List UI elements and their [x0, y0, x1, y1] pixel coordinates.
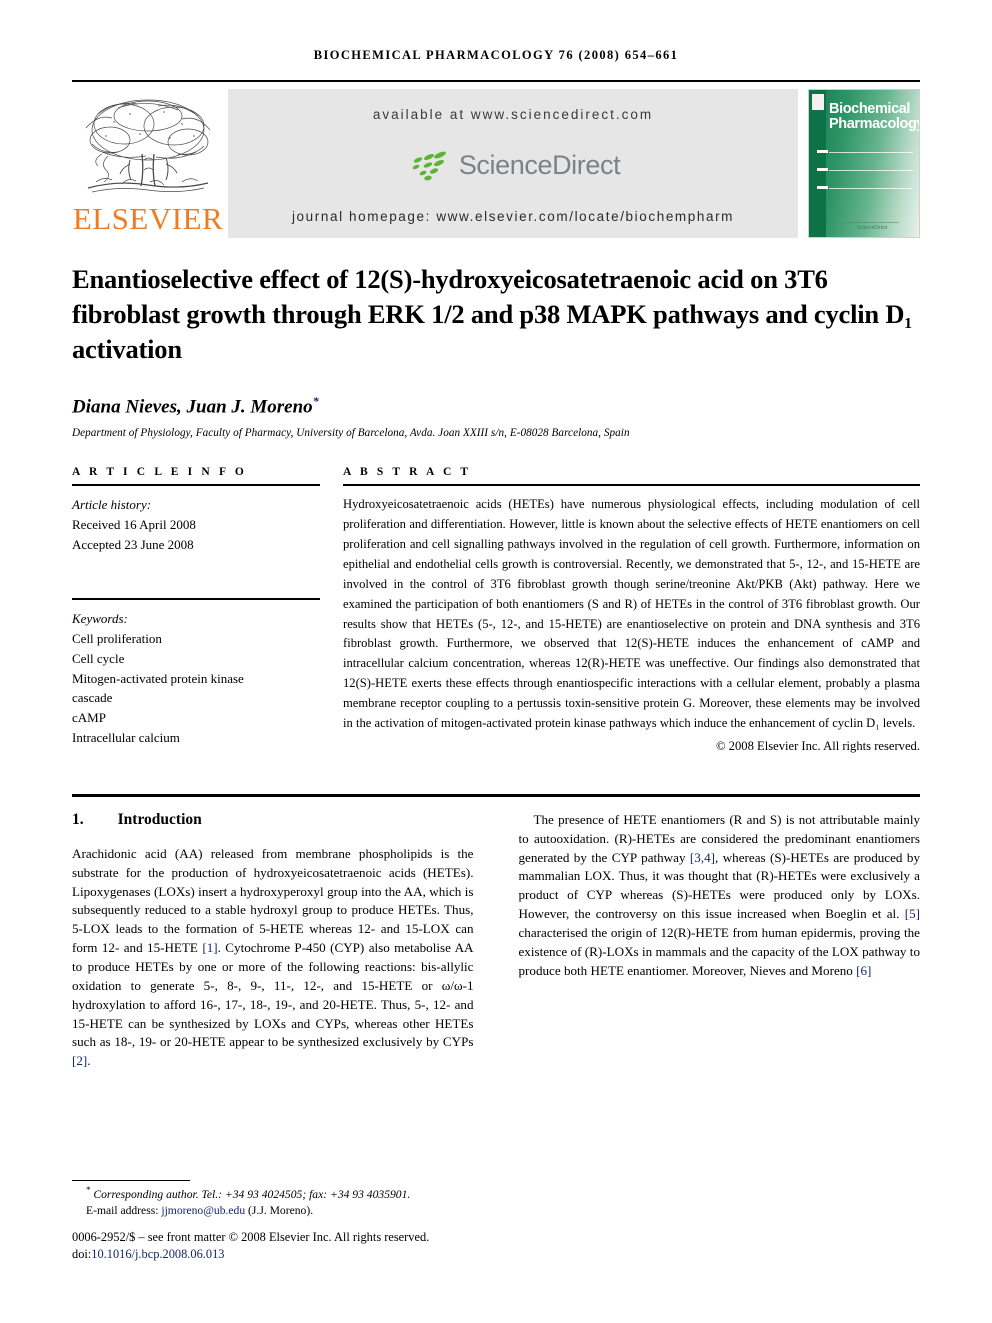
- info-abstract-row: A R T I C L E I N F O Article history: R…: [72, 466, 920, 754]
- elsevier-wordmark: ELSEVIER: [72, 201, 224, 236]
- issn-line: 0006-2952/$ – see front matter © 2008 El…: [72, 1229, 430, 1244]
- paragraph-part: Arachidonic acid (AA) released from memb…: [72, 845, 474, 956]
- masthead: ELSEVIER available at www.sciencedirect.…: [72, 80, 920, 238]
- section-number: 1.: [72, 810, 84, 828]
- article-history: Article history: Received 16 April 2008 …: [72, 495, 320, 554]
- paragraph-part: . Cytochrome P-450 (CYP) also metabolise…: [72, 940, 474, 1050]
- keyword-item: Cell proliferation: [72, 631, 162, 647]
- paragraph: The presence of HETE enantiomers (R and …: [519, 811, 921, 981]
- divider: [72, 598, 320, 601]
- footnote-marker: *: [86, 1185, 91, 1195]
- doi-label: doi:: [72, 1247, 92, 1262]
- cover-title-line-1: Biochemical: [829, 101, 911, 117]
- available-at-text: available at www.sciencedirect.com: [372, 107, 654, 122]
- running-head-text: BIOCHEMICAL PHARMACOLOGY 76 (2008) 654–6…: [313, 48, 679, 62]
- running-head: BIOCHEMICAL PHARMACOLOGY 76 (2008) 654–6…: [0, 0, 992, 63]
- email-suffix: (J.J. Moreno).: [248, 1204, 314, 1218]
- keyword-item: Intracellular calcium: [72, 729, 180, 745]
- paragraph: Arachidonic acid (AA) released from memb…: [72, 845, 474, 1071]
- section-title: Introduction: [117, 810, 202, 828]
- footnote-block: * Corresponding author. Tel.: +34 93 402…: [72, 1180, 462, 1264]
- sciencedirect-banner: available at www.sciencedirect.com Scien…: [228, 89, 798, 238]
- authors-text: Diana Nieves, Juan J. Moreno: [72, 396, 313, 418]
- cover-left-band: [809, 90, 826, 237]
- article-info-heading: A R T I C L E I N F O: [72, 466, 247, 479]
- keyword-item: Mitogen-activated protein kinase: [72, 670, 244, 686]
- citation-ref: [2]: [72, 1053, 88, 1069]
- elsevier-logo: ELSEVIER: [72, 89, 224, 238]
- accepted-date: Accepted 23 June 2008: [72, 536, 194, 552]
- cover-footer: ScienceDirect: [831, 220, 913, 231]
- corresponding-author-text: Corresponding author. Tel.: +34 93 40245…: [93, 1187, 411, 1201]
- cover-tick: [817, 150, 828, 153]
- sciencedirect-wordmark: ScienceDirect: [458, 150, 621, 180]
- title-block: Enantioselective effect of 12(S)-hydroxy…: [72, 262, 920, 439]
- doi-link[interactable]: 10.1016/j.bcp.2008.06.013: [91, 1247, 224, 1261]
- email-note: E-mail address: jjmoreno@ub.edu (J.J. Mo…: [72, 1203, 462, 1219]
- citation-ref: [3,4]: [689, 849, 716, 865]
- author-list: Diana Nieves, Juan J. Moreno*: [72, 394, 920, 418]
- doi-line: doi:10.1016/j.bcp.2008.06.013: [72, 1246, 462, 1264]
- body-column-left: 1. Introduction Arachidonic acid (AA) re…: [72, 811, 474, 1071]
- journal-cover-thumbnail: Biochemical Pharmacology ScienceDirect: [808, 89, 920, 238]
- article-history-label: Article history:: [72, 497, 152, 513]
- sciencedirect-leaves-icon: [412, 151, 446, 180]
- affiliation: Department of Physiology, Faculty of Pha…: [72, 427, 630, 440]
- cover-rule: [829, 170, 913, 171]
- body-divider: [72, 793, 920, 797]
- abstract-text: Hydroxyeicosatetraenoic acids (HETEs) ha…: [343, 497, 920, 731]
- divider: [343, 484, 920, 487]
- abstract-heading: A B S T R A C T: [343, 466, 472, 479]
- cover-tick: [817, 186, 828, 189]
- journal-article-page: BIOCHEMICAL PHARMACOLOGY 76 (2008) 654–6…: [0, 0, 992, 1323]
- divider: [72, 484, 320, 487]
- corresponding-author-note: * Corresponding author. Tel.: +34 93 402…: [72, 1184, 462, 1203]
- cover-rule: [829, 152, 913, 153]
- body-column-right: The presence of HETE enantiomers (R and …: [519, 811, 921, 1071]
- abstract-column: A B S T R A C T Hydroxyeicosatetraenoic …: [343, 466, 920, 754]
- citation-ref: [5]: [904, 906, 920, 922]
- email-label: E-mail address:: [86, 1204, 159, 1218]
- keywords-label: Keywords:: [72, 611, 128, 627]
- cover-footer-brand: ScienceDirect: [856, 225, 888, 231]
- paragraph-part: .: [87, 1053, 91, 1069]
- abstract-copyright: © 2008 Elsevier Inc. All rights reserved…: [715, 738, 920, 753]
- received-date: Received 16 April 2008: [72, 516, 196, 532]
- imprint-block: 0006-2952/$ – see front matter © 2008 El…: [72, 1229, 462, 1264]
- page-title: Enantioselective effect of 12(S)-hydroxy…: [72, 264, 913, 364]
- article-info-column: A R T I C L E I N F O Article history: R…: [72, 466, 320, 754]
- journal-homepage-text: journal homepage: www.elsevier.com/locat…: [291, 209, 735, 224]
- email-link[interactable]: jjmoreno@ub.edu: [161, 1204, 245, 1217]
- cover-title-line-2: Pharmacology: [829, 116, 920, 133]
- cover-journal-title: Biochemical Pharmacology: [829, 101, 920, 133]
- body-columns: 1. Introduction Arachidonic acid (AA) re…: [72, 811, 920, 1071]
- keyword-item: Cell cycle: [72, 650, 125, 666]
- sciencedirect-logo: ScienceDirect: [406, 150, 621, 181]
- cover-publisher-mark-icon: [812, 94, 824, 110]
- cover-tick: [817, 168, 828, 171]
- corresponding-author-marker: *: [312, 393, 319, 408]
- section-heading-introduction: 1. Introduction: [72, 811, 474, 829]
- elsevier-tree-icon: [85, 99, 211, 193]
- citation-ref: [1]: [202, 940, 218, 956]
- cover-rule: [829, 188, 913, 189]
- keyword-item: cAMP: [72, 710, 106, 726]
- footnote-divider: [72, 1180, 190, 1181]
- keywords-block: Keywords: Cell proliferation Cell cycle …: [72, 609, 320, 747]
- keyword-item: cascade: [72, 690, 113, 706]
- citation-ref: [6]: [856, 962, 872, 978]
